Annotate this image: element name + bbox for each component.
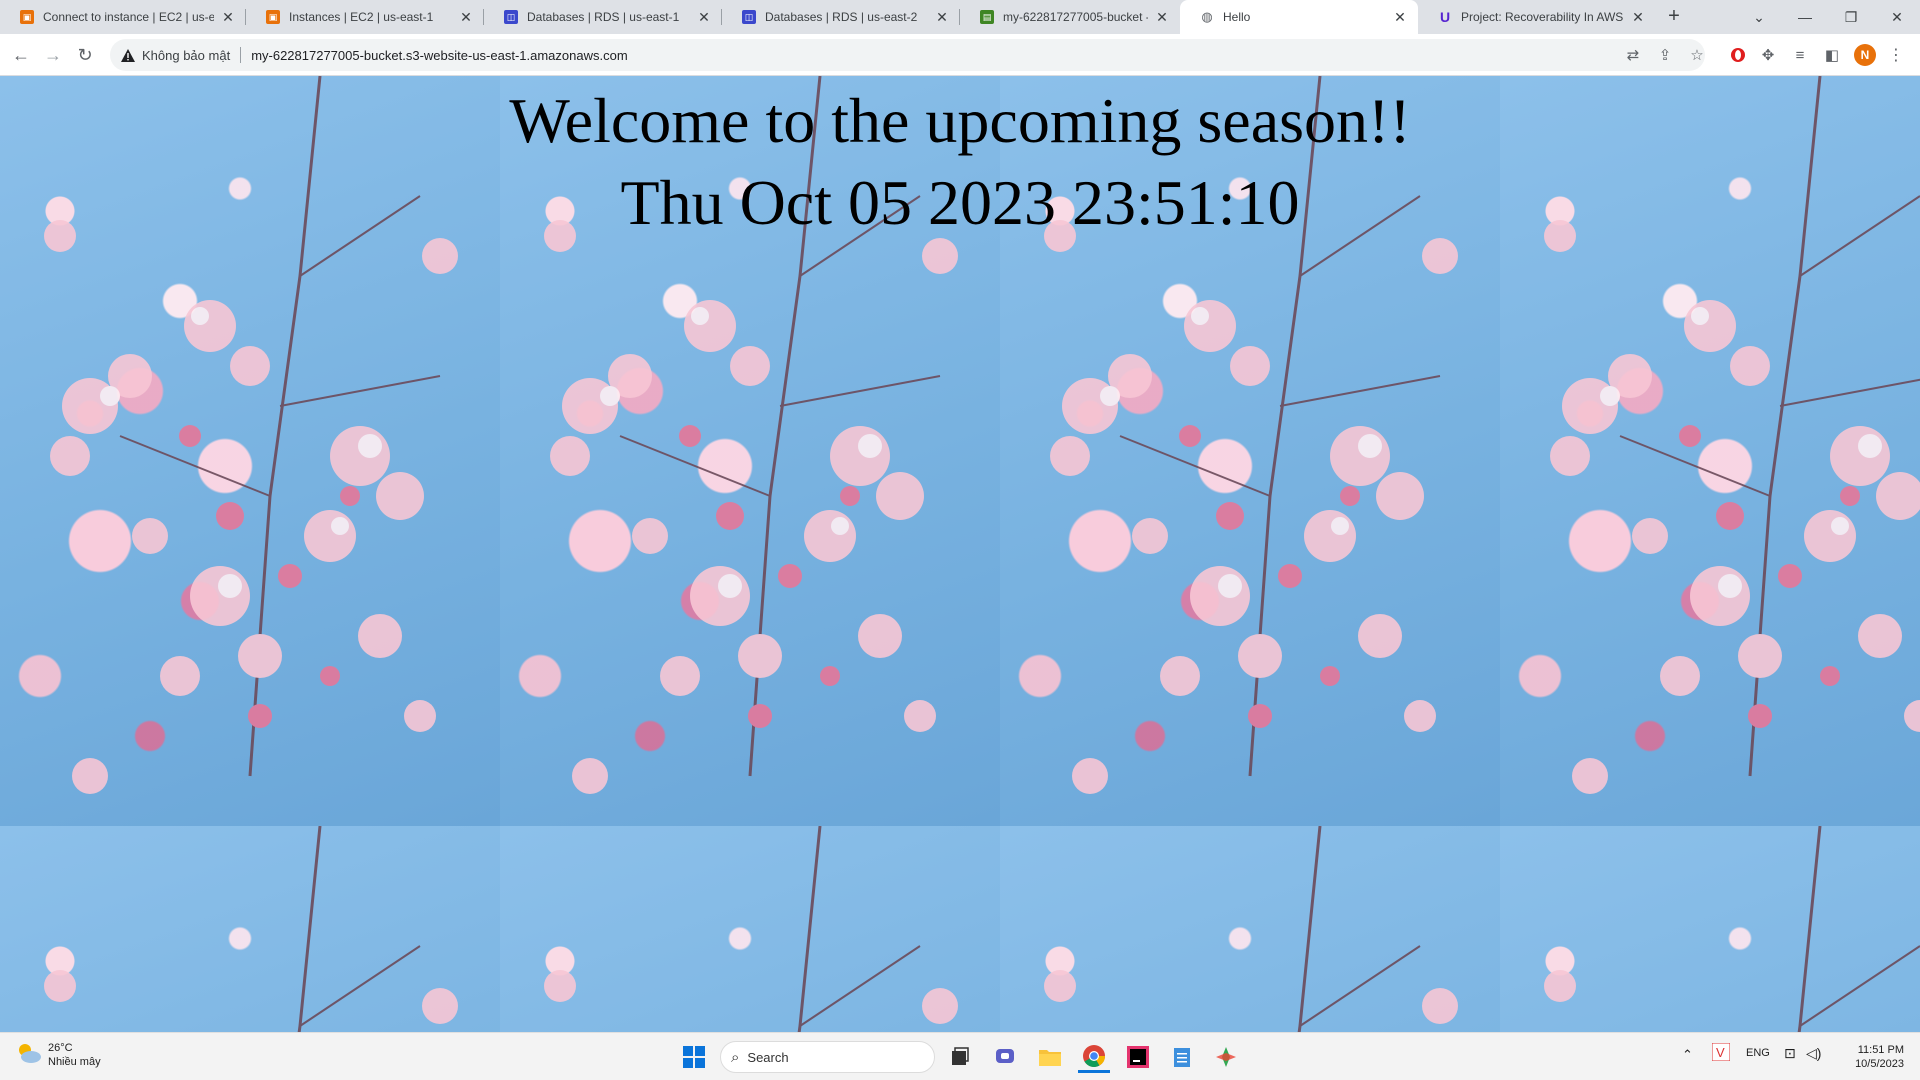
tab-instances[interactable]: ▣ Instances | EC2 | us-east-1 ✕ bbox=[246, 0, 484, 34]
page-heading: Welcome to the upcoming season!! bbox=[509, 85, 1411, 156]
taskbar-search[interactable]: ⌕ Search bbox=[720, 1041, 935, 1073]
bookmark-star-icon[interactable]: ☆ bbox=[1684, 42, 1710, 68]
opera-extension-icon[interactable] bbox=[1726, 42, 1750, 68]
profile-avatar[interactable]: N bbox=[1854, 44, 1876, 66]
side-panel-icon[interactable]: ◧ bbox=[1820, 42, 1844, 68]
weather-widget[interactable]: 26°C Nhiều mây bbox=[16, 1041, 101, 1069]
share-icon[interactable]: ⇪ bbox=[1652, 42, 1678, 68]
tray-chevron-up-icon[interactable]: ⌃ bbox=[1682, 1047, 1693, 1063]
reload-icon[interactable]: ↻ bbox=[72, 42, 98, 68]
tab-rds-east-2[interactable]: ◫ Databases | RDS | us-east-2 ✕ bbox=[722, 0, 960, 34]
browser-toolbar: ← → ↻ Không bảo mật my-622817277005-buck… bbox=[0, 34, 1920, 76]
close-icon[interactable]: ✕ bbox=[1392, 9, 1408, 26]
input-language[interactable]: ENG bbox=[1746, 1047, 1770, 1059]
search-placeholder: Search bbox=[747, 1049, 789, 1065]
window-close-icon[interactable]: ✕ bbox=[1874, 0, 1920, 34]
tab-title: Databases | RDS | us-east-1 bbox=[527, 10, 680, 24]
aws-rds-icon: ◫ bbox=[742, 10, 756, 24]
volume-icon[interactable]: ◁) bbox=[1806, 1045, 1821, 1062]
security-status-label[interactable]: Không bảo mật bbox=[142, 48, 230, 63]
file-explorer-icon[interactable] bbox=[1034, 1041, 1066, 1073]
tab-title: Instances | EC2 | us-east-1 bbox=[289, 10, 434, 24]
kebab-menu-icon[interactable]: ⋮ bbox=[1884, 42, 1908, 68]
tab-title: Connect to instance | EC2 | us-e bbox=[43, 10, 214, 24]
aws-rds-icon: ◫ bbox=[504, 10, 518, 24]
close-icon[interactable]: ✕ bbox=[1154, 9, 1170, 26]
intellij-icon[interactable] bbox=[1122, 1041, 1154, 1073]
url-text[interactable]: my-622817277005-bucket.s3-website-us-eas… bbox=[251, 48, 627, 63]
system-time: 11:51 PM bbox=[1857, 1044, 1904, 1056]
tab-hello[interactable]: ◍ Hello ✕ bbox=[1180, 0, 1418, 34]
system-date: 10/5/2023 bbox=[1855, 1058, 1904, 1070]
notepad-icon[interactable] bbox=[1166, 1041, 1198, 1073]
back-arrow-icon[interactable]: ← bbox=[8, 42, 34, 68]
network-icon[interactable]: ⊡ bbox=[1784, 1045, 1796, 1062]
close-icon[interactable]: ✕ bbox=[1630, 9, 1646, 26]
weather-temperature: 26°C bbox=[48, 1042, 73, 1054]
close-icon[interactable]: ✕ bbox=[934, 9, 950, 26]
udemy-icon: U bbox=[1439, 9, 1451, 25]
close-icon[interactable]: ✕ bbox=[696, 9, 712, 26]
tab-udemy-project[interactable]: U Project: Recoverability In AWS ✕ bbox=[1418, 0, 1656, 34]
media-control-icon[interactable]: ≡ bbox=[1788, 42, 1812, 68]
system-clock[interactable]: 11:51 PM 10/5/2023 bbox=[1838, 1043, 1904, 1071]
forward-arrow-icon[interactable]: → bbox=[40, 42, 66, 68]
extensions-puzzle-icon[interactable]: ✥ bbox=[1756, 42, 1780, 68]
restore-icon[interactable]: ❐ bbox=[1828, 0, 1874, 34]
translate-icon[interactable]: ⇄ bbox=[1620, 42, 1646, 68]
colorful-app-icon[interactable] bbox=[1210, 1041, 1242, 1073]
tab-rds-east-1[interactable]: ◫ Databases | RDS | us-east-1 ✕ bbox=[484, 0, 722, 34]
svg-text:V: V bbox=[1716, 1045, 1725, 1060]
tab-search-chevron-icon[interactable]: ⌄ bbox=[1736, 0, 1782, 34]
omnibox-divider bbox=[240, 47, 242, 63]
aws-ec2-icon: ▣ bbox=[20, 10, 34, 24]
tab-title: my-622817277005-bucket - S3 bbox=[1003, 10, 1148, 24]
tab-title: Project: Recoverability In AWS bbox=[1461, 10, 1624, 24]
close-icon[interactable]: ✕ bbox=[458, 9, 474, 26]
vietnamese-ime-icon[interactable]: V bbox=[1711, 1042, 1731, 1064]
address-bar[interactable]: Không bảo mật my-622817277005-bucket.s3-… bbox=[110, 39, 1705, 71]
windows-start-icon[interactable] bbox=[678, 1041, 710, 1073]
page-content: Welcome to the upcoming season!! Thu Oct… bbox=[0, 76, 1920, 1032]
aws-s3-icon: ▤ bbox=[980, 10, 994, 24]
chrome-taskbar-icon[interactable] bbox=[1078, 1041, 1110, 1073]
search-icon: ⌕ bbox=[731, 1048, 740, 1066]
task-view-icon[interactable] bbox=[944, 1041, 976, 1073]
tab-s3-bucket[interactable]: ▤ my-622817277005-bucket - S3 ✕ bbox=[960, 0, 1180, 34]
new-tab-button[interactable]: + bbox=[1662, 5, 1686, 29]
minimize-icon[interactable]: — bbox=[1782, 0, 1828, 34]
warning-icon[interactable] bbox=[120, 47, 136, 63]
weather-description: Nhiều mây bbox=[48, 1056, 101, 1068]
tab-connect-instance[interactable]: ▣ Connect to instance | EC2 | us-e ✕ bbox=[0, 0, 246, 34]
partly-cloudy-icon bbox=[16, 1042, 42, 1069]
tab-strip: ▣ Connect to instance | EC2 | us-e ✕ ▣ I… bbox=[0, 0, 1920, 34]
tab-title: Hello bbox=[1223, 10, 1251, 24]
close-icon[interactable]: ✕ bbox=[220, 9, 236, 26]
tab-title: Databases | RDS | us-east-2 bbox=[765, 10, 918, 24]
aws-ec2-icon: ▣ bbox=[266, 10, 280, 24]
globe-icon: ◍ bbox=[1201, 9, 1213, 24]
current-datetime: Thu Oct 05 2023 23:51:10 bbox=[620, 167, 1300, 238]
windows-taskbar: 26°C Nhiều mây ⌕ Search ⌃ V ENG ⊡ ◁) 11:… bbox=[0, 1032, 1920, 1080]
teams-chat-icon[interactable] bbox=[990, 1041, 1022, 1073]
